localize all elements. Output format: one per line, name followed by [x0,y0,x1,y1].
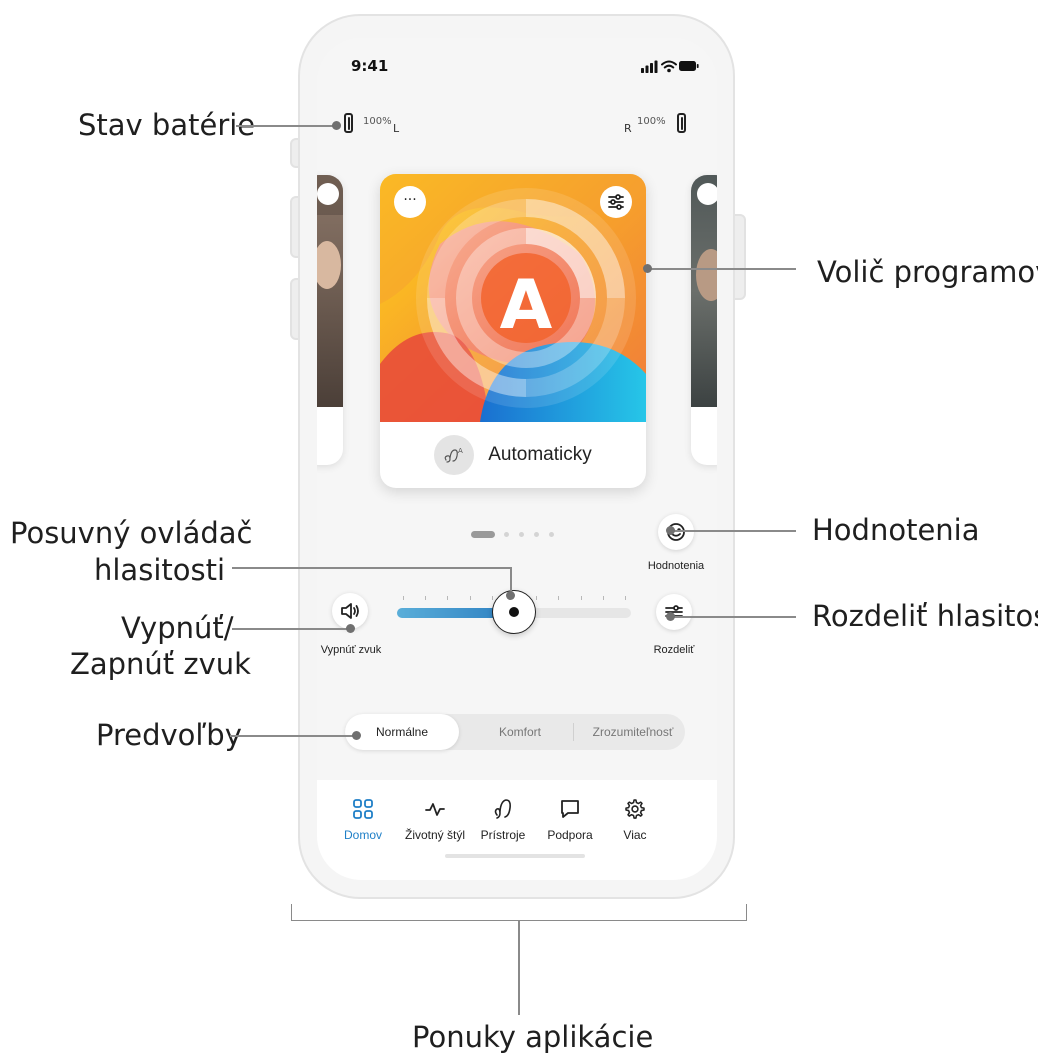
callout-app-menus: Ponuky aplikácie [412,1020,654,1054]
volume-tick [625,596,626,600]
callout-volume-slider-line2: hlasitosti [94,553,226,587]
app-screen: 9:41 100% L R 100% A ··· A Automaticky H… [317,38,717,880]
volume-tick [447,596,449,600]
left-battery-side: L [393,122,400,135]
program-name-row: A Automaticky [380,422,646,488]
tab-more[interactable]: Viac [600,796,670,842]
activity-icon [425,803,445,816]
leader-ratings [670,530,796,532]
volume-tick [580,596,582,600]
status-time: 9:41 [351,57,389,75]
preset-clarity[interactable]: Zrozumiteľnosť [577,714,689,750]
callout-mute-line1: Vypnúť/ [121,611,234,645]
volume-tick [558,596,560,600]
preset-comfort[interactable]: Komfort [463,714,577,750]
pager-dot[interactable] [519,532,524,537]
rating-label: Hodnotenia [647,560,705,572]
ellipsis-icon: ··· [403,192,417,208]
preset-selector: Normálne Komfort Zrozumiteľnosť [345,714,685,750]
volume-tick [491,596,493,600]
preset-separator [573,723,574,741]
program-card[interactable]: A ··· A Automaticky [380,174,646,488]
program-more-button[interactable]: ··· [394,186,426,218]
gear-icon [625,799,645,819]
tab-home[interactable]: Domov [328,796,398,842]
signal-icon [641,60,658,73]
tab-devices[interactable]: Prístroje [468,796,538,842]
chat-icon [561,800,579,818]
volume-tick [425,596,427,600]
callout-split-volume: Rozdeliť hlasitosť [812,599,1038,633]
leader-battery [236,125,336,127]
program-card-previous[interactable] [317,175,343,465]
leader-dot-ratings [666,526,675,535]
leader-dot-mute [346,624,355,633]
callout-volume-slider-line1: Posuvný ovládač [10,516,253,550]
right-battery-percent: 100% [637,116,666,127]
tab-lifestyle-label: Životný štýl [404,828,465,842]
callout-ratings: Hodnotenia [812,513,980,547]
leader-presets [230,735,356,737]
home-indicator [445,854,585,858]
app-menus-bracket [291,904,747,921]
volume-tick [536,596,538,600]
preset-normal[interactable]: Normálne [345,714,459,750]
leader-volume-h [232,567,511,569]
mute-label: Vypnúť zvuk [320,644,382,656]
auto-program-icon: A [434,435,475,475]
grid-icon [353,799,373,819]
volume-tick [469,596,471,600]
volume-tick [602,596,604,600]
program-letter: A [499,266,553,345]
callout-program-selector: Volič programov [817,255,1038,289]
left-battery-percent: 100% [363,116,392,127]
rating-button[interactable] [658,514,694,550]
bottom-tab-bar: Domov Životný štýl Prístroje Podpora Via… [317,780,717,880]
split-volume-button[interactable] [656,594,692,630]
callout-mute-line2: Zapnúť zvuk [70,647,251,681]
volume-tick [403,596,404,600]
leader-program [648,268,796,270]
leader-dot-presets [352,731,361,740]
leader-app-menus [518,921,520,1015]
tab-more-label: Viac [623,828,647,842]
hearing-aid-icon [494,799,511,819]
callout-battery-status: Stav batérie [78,108,256,142]
volume-slider-thumb-dot [509,607,519,617]
right-battery-side: R [624,122,632,135]
tab-support-label: Podpora [547,828,593,842]
tab-support[interactable]: Podpora [535,796,605,842]
pager-dot[interactable] [549,532,554,537]
phone-battery-icon [679,61,699,71]
leader-dot-split [666,612,675,621]
leader-dot-battery [332,121,341,130]
pager-dot[interactable] [504,532,509,537]
speaker-icon [341,603,359,619]
leader-split [670,616,796,618]
pager-dot[interactable] [534,532,539,537]
left-battery-icon [344,113,353,133]
program-settings-button[interactable] [600,186,632,218]
program-name: Automaticky [488,444,592,465]
tab-lifestyle[interactable]: Životný štýl [400,796,470,842]
pager-dot-active[interactable] [471,531,495,538]
status-icons [641,58,699,77]
leader-dot-volume [506,591,515,600]
leader-mute [232,628,350,630]
callout-presets: Predvoľby [96,718,242,752]
tab-devices-label: Prístroje [480,828,526,842]
right-battery-icon [677,113,686,133]
leader-dot-program [643,264,652,273]
split-volume-label: Rozdeliť [653,644,695,656]
wifi-icon [661,60,677,69]
sliders-icon [608,194,624,210]
tab-home-label: Domov [343,828,382,842]
svg-text:A: A [458,447,463,455]
program-card-next[interactable] [691,175,717,465]
